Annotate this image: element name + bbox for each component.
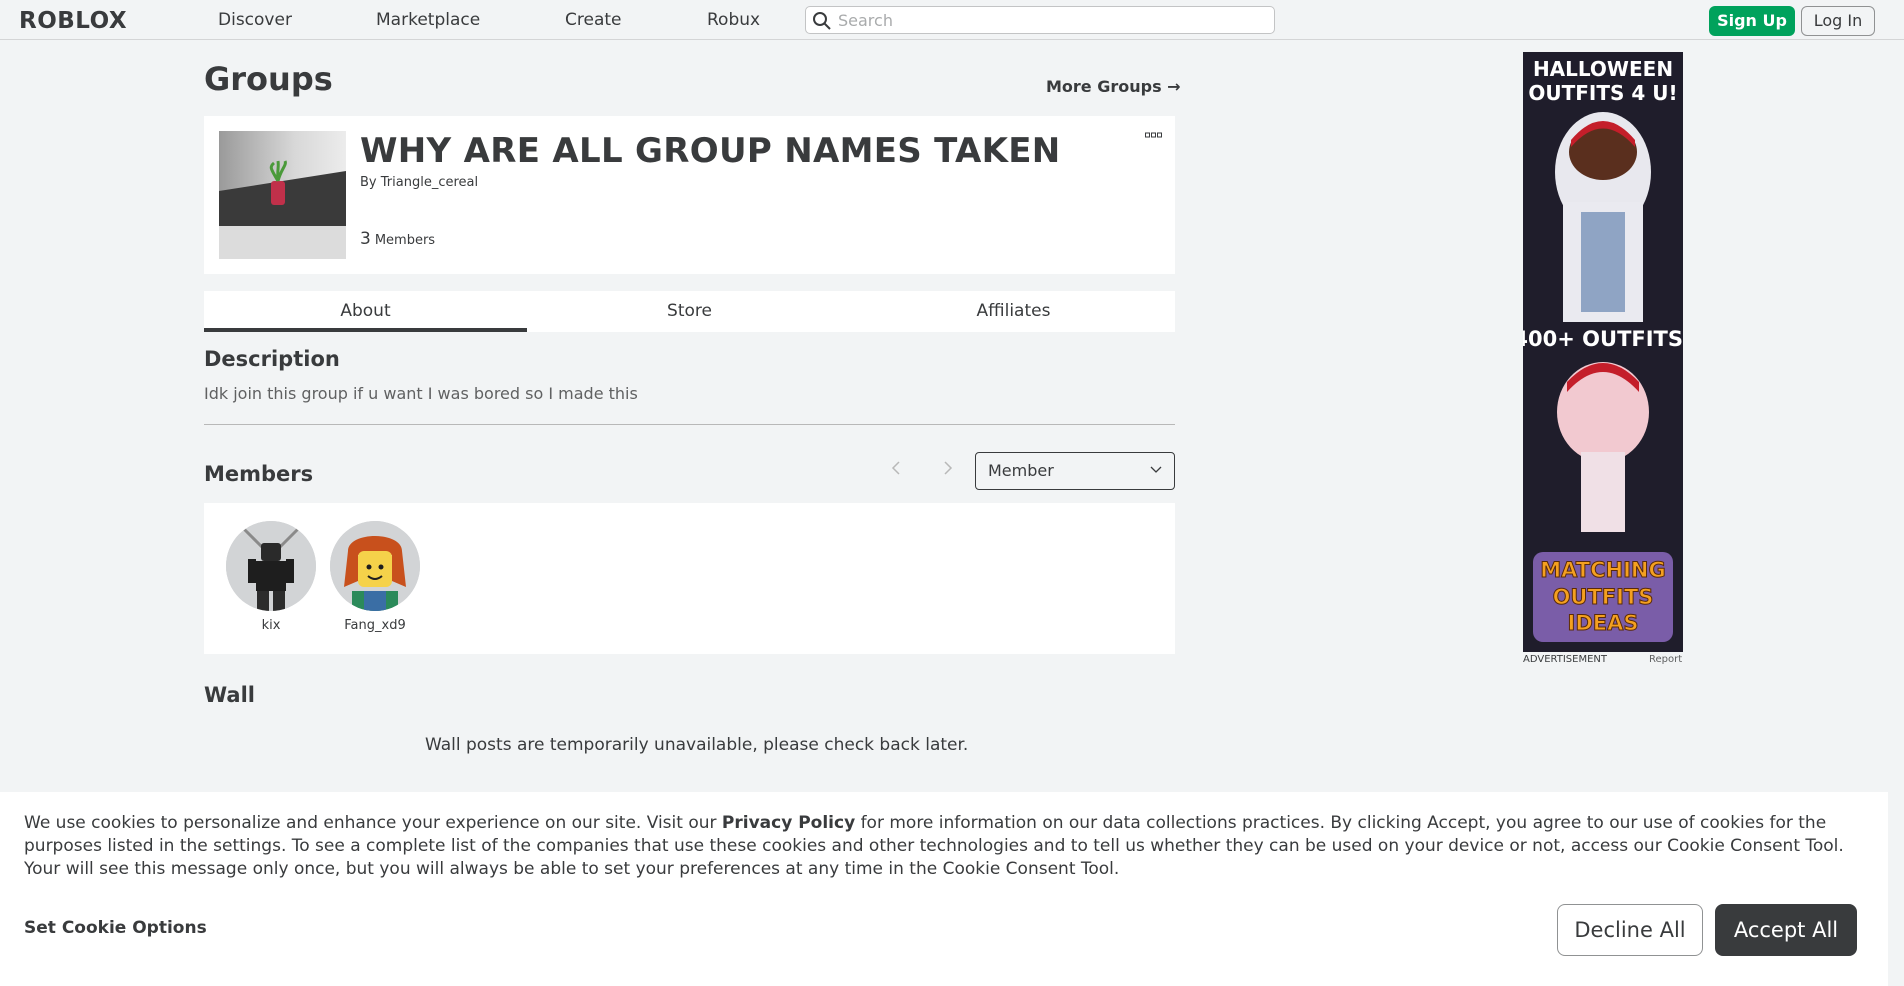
log-in-button[interactable]: Log In: [1801, 6, 1875, 36]
wall-unavailable-message: Wall posts are temporarily unavailable, …: [425, 735, 969, 755]
decline-all-button[interactable]: Decline All: [1557, 904, 1703, 956]
member-card[interactable]: kix: [225, 521, 317, 633]
group-name: WHY ARE ALL GROUP NAMES TAKEN: [360, 131, 1061, 171]
nav-link-create[interactable]: Create: [565, 10, 622, 30]
ad-headline-2: OUTFITS 4 U!: [1528, 81, 1677, 105]
advertisement-banner[interactable]: HALLOWEEN OUTFITS 4 U! 400+ OUTFITS! MAT…: [1523, 52, 1683, 652]
ad-headline-5: OUTFITS: [1553, 585, 1654, 609]
nav-link-marketplace[interactable]: Marketplace: [376, 10, 480, 30]
members-list: kix Fang_xd9: [204, 503, 1175, 654]
member-count-label: Members: [374, 233, 436, 248]
search-box[interactable]: [805, 6, 1275, 34]
more-groups-link[interactable]: More Groups →: [1046, 77, 1181, 96]
accept-all-button[interactable]: Accept All: [1715, 904, 1857, 956]
privacy-policy-link[interactable]: Privacy Policy: [722, 813, 855, 833]
cookie-text-start: We use cookies to personalize and enhanc…: [24, 813, 722, 833]
nav-link-discover[interactable]: Discover: [218, 10, 292, 30]
group-header-card: WHY ARE ALL GROUP NAMES TAKEN By Triangl…: [204, 116, 1175, 274]
set-cookie-options-link[interactable]: Set Cookie Options: [24, 918, 207, 938]
member-count: 3 Members: [360, 229, 435, 249]
member-name[interactable]: kix: [225, 618, 317, 633]
sign-up-button[interactable]: Sign Up: [1709, 6, 1795, 36]
role-dropdown[interactable]: Member: [975, 452, 1175, 490]
chevron-down-icon: [1150, 466, 1162, 473]
chevron-right-icon[interactable]: [938, 458, 958, 478]
divider: [204, 424, 1175, 425]
group-owner-line: By Triangle_cereal: [360, 175, 478, 190]
tab-store[interactable]: Store: [528, 291, 851, 332]
ad-headline-6: IDEAS: [1568, 611, 1639, 635]
avatar[interactable]: [226, 521, 316, 611]
group-emblem-image: [219, 131, 346, 259]
page-title: Groups: [204, 60, 333, 98]
more-options-icon[interactable]: [1145, 132, 1163, 140]
cookie-consent-text: We use cookies to personalize and enhanc…: [24, 812, 1874, 881]
member-card[interactable]: Fang_xd9: [329, 521, 421, 633]
group-tabs: About Store Affiliates: [204, 291, 1175, 332]
search-input[interactable]: [838, 9, 1258, 31]
ad-headline-4: MATCHING: [1540, 558, 1665, 582]
wall-heading: Wall: [204, 683, 255, 707]
member-name[interactable]: Fang_xd9: [329, 618, 421, 633]
owner-prefix: By: [360, 175, 377, 190]
role-dropdown-value: Member: [988, 461, 1054, 480]
tab-about[interactable]: About: [204, 291, 527, 332]
description-heading: Description: [204, 347, 340, 371]
ad-headline-1: HALLOWEEN: [1533, 57, 1673, 81]
roblox-logo[interactable]: ROBLOX: [19, 8, 127, 34]
report-ad-link[interactable]: Report: [1649, 654, 1682, 665]
ad-headline-3: 400+ OUTFITS!: [1523, 327, 1683, 351]
avatar[interactable]: [330, 521, 420, 611]
member-count-number: 3: [360, 229, 371, 249]
top-navigation-bar: ROBLOX Discover Marketplace Create Robux…: [0, 0, 1904, 40]
tab-affiliates[interactable]: Affiliates: [852, 291, 1175, 332]
advertisement-label: ADVERTISEMENT: [1523, 654, 1608, 665]
chevron-left-icon[interactable]: [886, 458, 906, 478]
members-heading: Members: [204, 462, 314, 486]
cookie-consent-banner: We use cookies to personalize and enhanc…: [0, 792, 1888, 986]
owner-link[interactable]: Triangle_cereal: [381, 175, 478, 190]
nav-link-robux[interactable]: Robux: [707, 10, 760, 30]
search-icon: [813, 12, 831, 30]
description-text: Idk join this group if u want I was bore…: [204, 384, 638, 403]
